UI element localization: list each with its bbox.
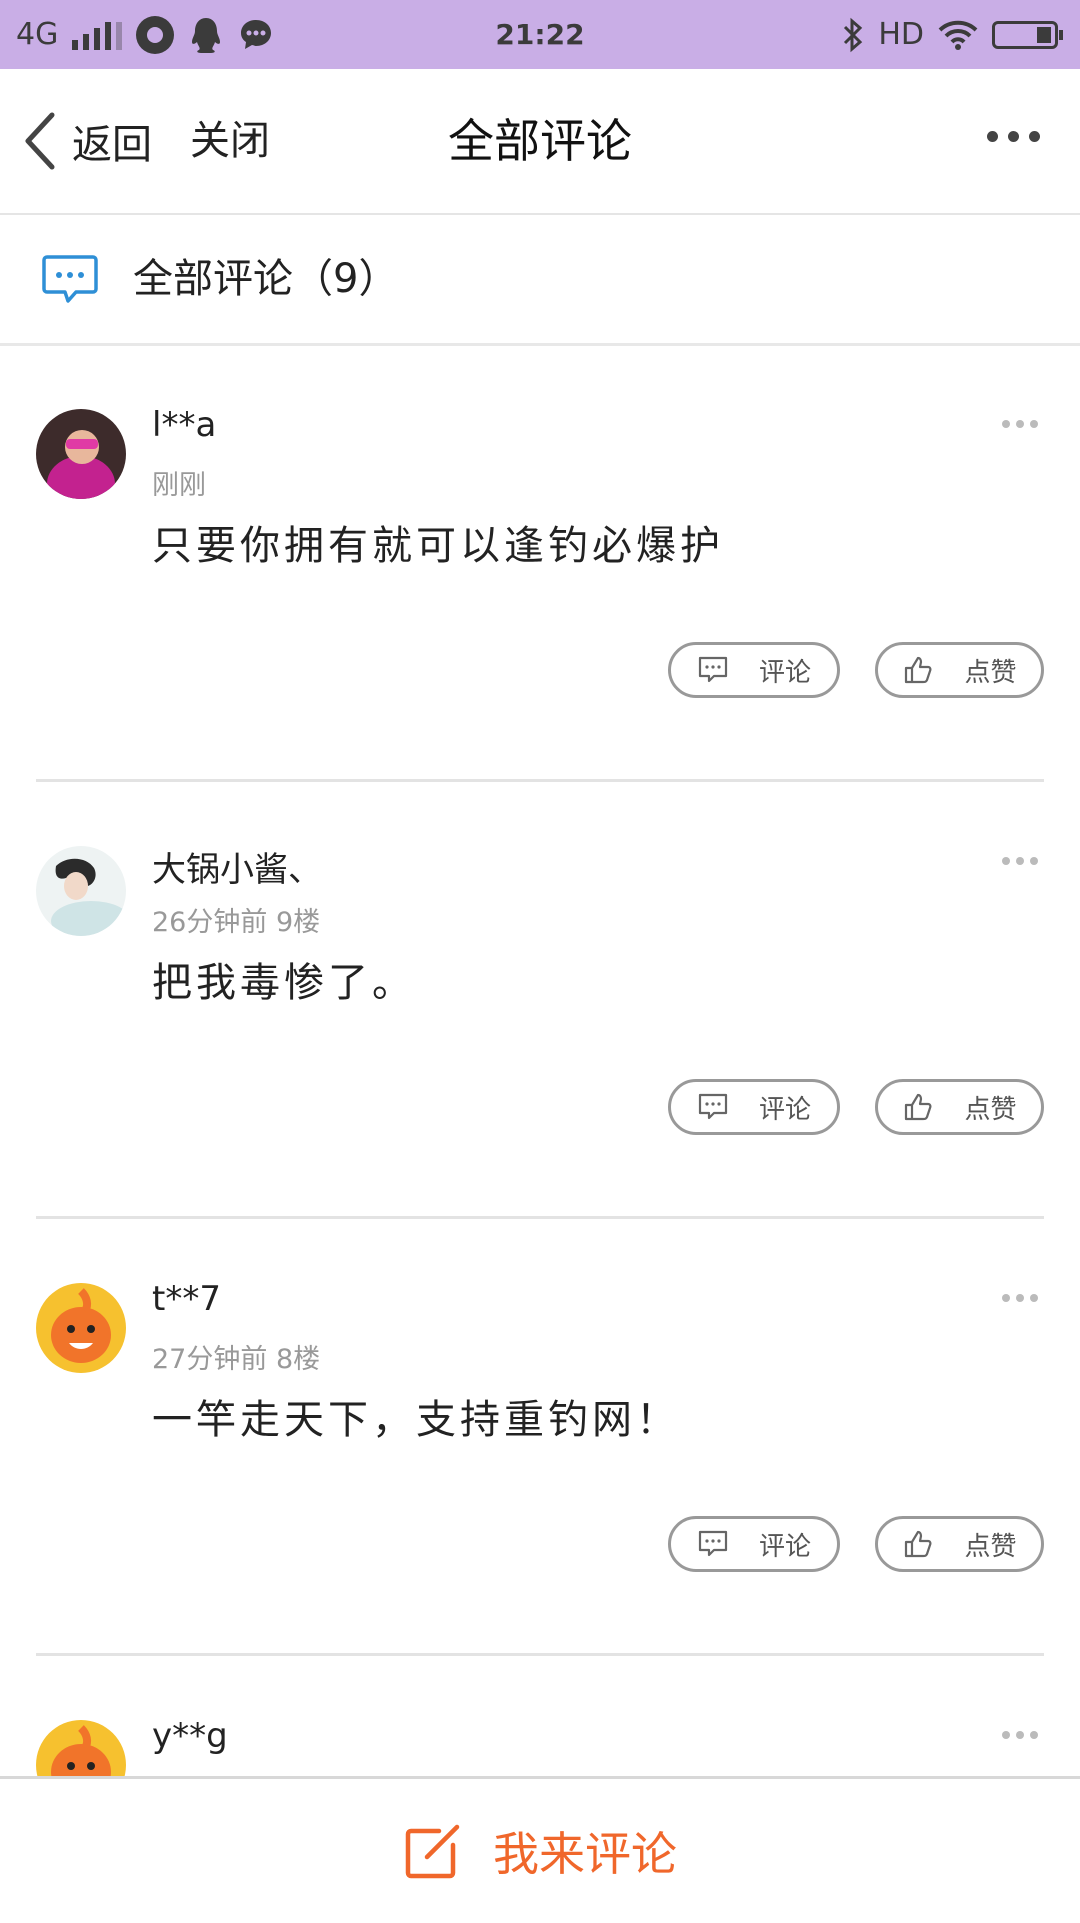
reply-label: 评论 bbox=[758, 1531, 811, 1562]
like-button[interactable]: 点赞 bbox=[875, 1516, 1044, 1572]
comment-text: 只要你拥有就可以逢钓必爆护 bbox=[152, 523, 724, 569]
comment-icon bbox=[698, 656, 728, 683]
like-label: 点赞 bbox=[964, 1094, 1017, 1125]
comment-username: y**g bbox=[152, 1716, 228, 1756]
avatar[interactable] bbox=[36, 1720, 126, 1776]
wifi-icon bbox=[938, 20, 978, 50]
comment-username: t**7 bbox=[152, 1279, 221, 1319]
bluetooth-icon bbox=[844, 17, 863, 52]
comment-item: l**a 刚刚 只要你拥有就可以逢钓必爆护 评论 点赞 bbox=[0, 345, 1080, 782]
like-label: 点赞 bbox=[964, 1531, 1017, 1562]
comment-meta: 27分钟前 8楼 bbox=[152, 1344, 321, 1375]
reply-label: 评论 bbox=[758, 657, 811, 688]
reply-button[interactable]: 评论 bbox=[668, 642, 840, 698]
comment-more-icon[interactable] bbox=[1002, 1294, 1038, 1302]
status-bar: 4G 21:22 HD bbox=[0, 0, 1080, 69]
thumbs-up-icon bbox=[905, 656, 932, 684]
like-button[interactable]: 点赞 bbox=[875, 642, 1044, 698]
comment-text: 把我毒惨了。 bbox=[152, 960, 416, 1006]
nav-bar: 返回 关闭 全部评论 bbox=[0, 69, 1080, 215]
comment-meta: 26分钟前 9楼 bbox=[152, 907, 321, 938]
page-title: 全部评论 bbox=[448, 114, 632, 168]
comment-more-icon[interactable] bbox=[1002, 1731, 1038, 1739]
avatar[interactable] bbox=[36, 846, 126, 936]
write-comment-button[interactable]: 我来评论 bbox=[0, 1779, 1080, 1923]
comment-more-icon[interactable] bbox=[1002, 857, 1038, 865]
status-right: HD bbox=[842, 0, 1063, 69]
more-icon[interactable] bbox=[987, 131, 1040, 142]
like-button[interactable]: 点赞 bbox=[875, 1079, 1044, 1135]
comment-item: 大锅小酱、 26分钟前 9楼 把我毒惨了。 评论 点赞 bbox=[0, 782, 1080, 1219]
reply-button[interactable]: 评论 bbox=[668, 1516, 840, 1572]
comment-icon bbox=[698, 1530, 728, 1557]
thumbs-up-icon bbox=[905, 1530, 932, 1558]
thumbs-up-icon bbox=[905, 1093, 932, 1121]
comment-item: y**g bbox=[0, 1656, 1080, 1776]
comment-text: 一竿走天下，支持重钓网！ bbox=[152, 1397, 680, 1443]
reply-label: 评论 bbox=[758, 1094, 811, 1125]
edit-icon bbox=[405, 1824, 460, 1879]
write-comment-label: 我来评论 bbox=[493, 1827, 677, 1881]
reply-button[interactable]: 评论 bbox=[668, 1079, 840, 1135]
section-title: 全部评论（9） bbox=[133, 256, 399, 302]
comment-meta: 刚刚 bbox=[152, 470, 206, 501]
comment-item: t**7 27分钟前 8楼 一竿走天下，支持重钓网！ 评论 点赞 bbox=[0, 1219, 1080, 1656]
battery-icon bbox=[992, 20, 1063, 49]
comment-bubble-icon bbox=[42, 255, 98, 303]
comment-username: l**a bbox=[152, 405, 217, 445]
bottom-comment-bar: 我来评论 bbox=[0, 1776, 1080, 1923]
comment-more-icon[interactable] bbox=[1002, 420, 1038, 428]
hd-label: HD bbox=[878, 17, 924, 52]
comment-icon bbox=[698, 1093, 728, 1120]
like-label: 点赞 bbox=[964, 657, 1017, 688]
avatar[interactable] bbox=[36, 1283, 126, 1373]
comment-username: 大锅小酱、 bbox=[152, 850, 322, 890]
avatar[interactable] bbox=[36, 409, 126, 499]
comments-section-header: 全部评论（9） bbox=[0, 215, 1080, 346]
